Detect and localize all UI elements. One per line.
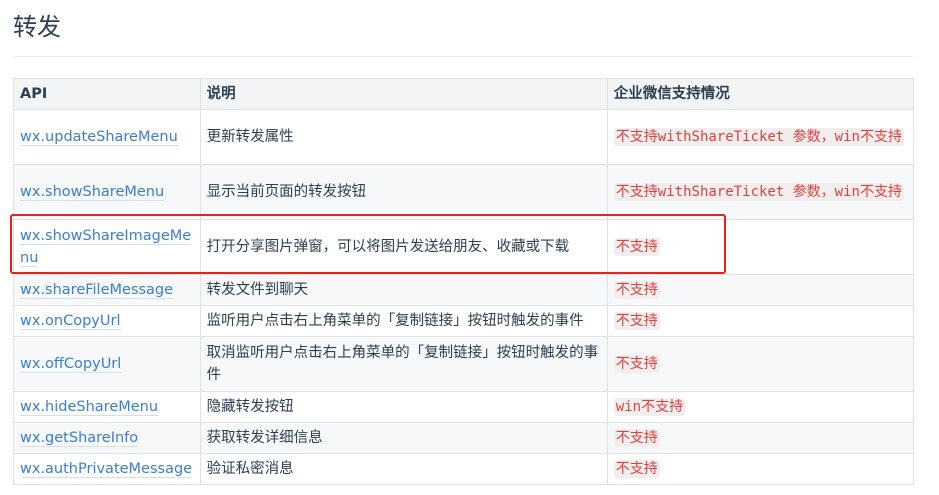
support-badge: 不支持 bbox=[613, 312, 660, 330]
api-link-getShareInfo[interactable]: wx.getShareInfo bbox=[20, 430, 139, 447]
support-badge: 不支持 bbox=[613, 238, 660, 256]
support-badge: 不支持 bbox=[613, 460, 660, 478]
table-row: wx.offCopyUrl 取消监听用户点击右上角菜单的「复制链接」按钮时触发的… bbox=[13, 336, 915, 392]
title-divider bbox=[13, 56, 913, 57]
api-link-authPrivateMessage[interactable]: wx.authPrivateMessage bbox=[20, 461, 193, 478]
table-row: wx.onCopyUrl 监听用户点击右上角菜单的「复制链接」按钮时触发的事件 … bbox=[13, 305, 915, 337]
support-cell: 不支持 bbox=[606, 422, 915, 454]
api-link-hideShareMenu[interactable]: wx.hideShareMenu bbox=[20, 399, 159, 416]
table-row: wx.showShareImageMenu 打开分享图片弹窗，可以将图片发送给朋… bbox=[13, 219, 915, 275]
support-badge: 不支持withShareTicket 参数，win不支持 bbox=[613, 183, 904, 201]
desc-cell: 显示当前页面的转发按钮 bbox=[199, 164, 608, 220]
api-link-onCopyUrl[interactable]: wx.onCopyUrl bbox=[20, 313, 121, 330]
api-cell: wx.getShareInfo bbox=[13, 422, 201, 454]
api-link-updateShareMenu[interactable]: wx.updateShareMenu bbox=[20, 129, 178, 146]
table-row: wx.getShareInfo 获取转发详细信息 不支持 bbox=[13, 422, 915, 454]
desc-cell: 转发文件到聊天 bbox=[199, 274, 608, 306]
api-link-shareFileMessage[interactable]: wx.shareFileMessage bbox=[20, 282, 174, 299]
support-cell: 不支持 bbox=[606, 453, 915, 485]
support-badge: 不支持 bbox=[613, 429, 660, 447]
table-row: wx.hideShareMenu 隐藏转发按钮 win不支持 bbox=[13, 391, 915, 423]
support-cell: 不支持 bbox=[606, 336, 915, 392]
support-badge: 不支持 bbox=[613, 281, 660, 299]
header-desc: 说明 bbox=[199, 78, 608, 110]
support-cell: win不支持 bbox=[606, 391, 915, 423]
page-title: 转发 bbox=[13, 13, 61, 41]
desc-cell: 验证私密消息 bbox=[199, 453, 608, 485]
api-cell: wx.hideShareMenu bbox=[13, 391, 201, 423]
header-support: 企业微信支持情况 bbox=[606, 78, 915, 110]
table-row: wx.authPrivateMessage 验证私密消息 不支持 bbox=[13, 453, 915, 485]
support-cell: 不支持withShareTicket 参数，win不支持 bbox=[606, 109, 915, 165]
api-link-offCopyUrl[interactable]: wx.offCopyUrl bbox=[20, 356, 122, 373]
api-cell: wx.showShareMenu bbox=[13, 164, 201, 220]
api-cell: wx.showShareImageMenu bbox=[13, 219, 201, 275]
table-header-row: API 说明 企业微信支持情况 bbox=[13, 78, 915, 110]
support-cell: 不支持 bbox=[606, 274, 915, 306]
api-cell: wx.offCopyUrl bbox=[13, 336, 201, 392]
api-cell: wx.shareFileMessage bbox=[13, 274, 201, 306]
support-cell: 不支持 bbox=[606, 219, 915, 275]
header-api: API bbox=[13, 78, 201, 110]
api-cell: wx.updateShareMenu bbox=[13, 109, 201, 165]
desc-cell: 取消监听用户点击右上角菜单的「复制链接」按钮时触发的事件 bbox=[199, 336, 608, 392]
desc-cell: 打开分享图片弹窗，可以将图片发送给朋友、收藏或下载 bbox=[199, 219, 608, 275]
support-badge: win不支持 bbox=[613, 398, 686, 416]
table-row: wx.updateShareMenu 更新转发属性 不支持withShareTi… bbox=[13, 109, 915, 165]
support-cell: 不支持 bbox=[606, 305, 915, 337]
table-row: wx.shareFileMessage 转发文件到聊天 不支持 bbox=[13, 274, 915, 306]
desc-cell: 隐藏转发按钮 bbox=[199, 391, 608, 423]
desc-cell: 更新转发属性 bbox=[199, 109, 608, 165]
desc-cell: 获取转发详细信息 bbox=[199, 422, 608, 454]
support-badge: 不支持withShareTicket 参数，win不支持 bbox=[613, 128, 904, 146]
api-cell: wx.onCopyUrl bbox=[13, 305, 201, 337]
api-cell: wx.authPrivateMessage bbox=[13, 453, 201, 485]
support-cell: 不支持withShareTicket 参数，win不支持 bbox=[606, 164, 915, 220]
desc-cell: 监听用户点击右上角菜单的「复制链接」按钮时触发的事件 bbox=[199, 305, 608, 337]
api-table: API 说明 企业微信支持情况 wx.updateShareMenu 更新转发属… bbox=[13, 78, 915, 485]
table-row: wx.showShareMenu 显示当前页面的转发按钮 不支持withShar… bbox=[13, 164, 915, 220]
support-badge: 不支持 bbox=[613, 355, 660, 373]
api-link-showShareMenu[interactable]: wx.showShareMenu bbox=[20, 184, 165, 201]
api-link-showShareImageMenu[interactable]: wx.showShareImageMenu bbox=[20, 228, 192, 267]
